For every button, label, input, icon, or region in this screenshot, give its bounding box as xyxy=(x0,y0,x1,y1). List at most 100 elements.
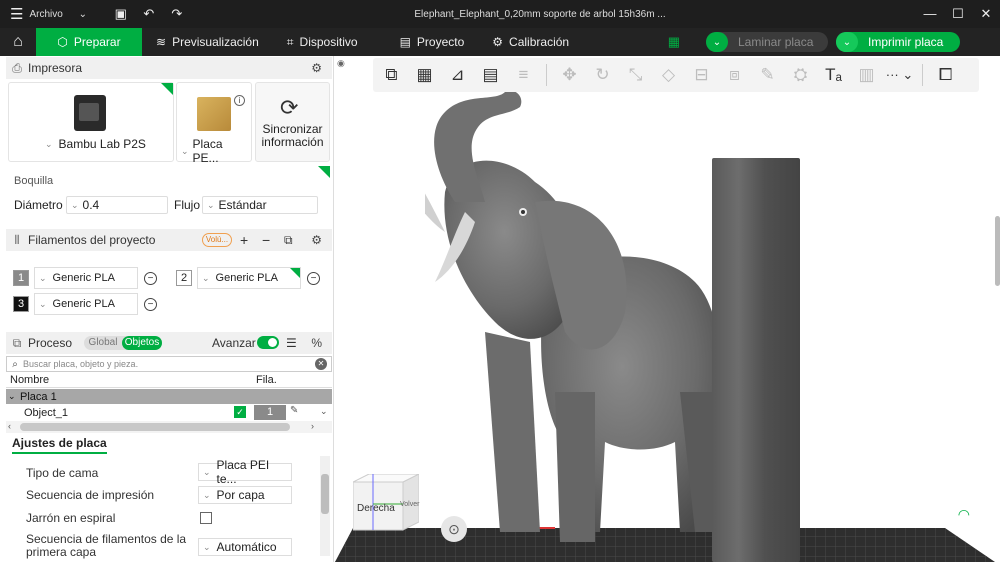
filament-select[interactable]: ⌄ Generic PLA xyxy=(34,293,138,315)
fit-view-button[interactable]: ⊙ xyxy=(441,516,467,542)
list-view-icon[interactable]: ☰ xyxy=(286,336,297,350)
plate-type-card[interactable]: i ⌄ Placa PE... xyxy=(176,82,252,165)
spiral-vase-checkbox[interactable] xyxy=(200,512,212,524)
cut-icon[interactable]: ⊟ xyxy=(685,60,718,90)
chevron-down-icon[interactable]: ⌄ xyxy=(73,9,93,20)
object-search-bar[interactable]: ⌕ Buscar placa, objeto y pieza. ✕ xyxy=(6,356,332,372)
advanced-toggle-switch[interactable] xyxy=(257,336,279,349)
auto-orient-icon[interactable]: ⊿ xyxy=(441,60,474,90)
slice-dropdown-icon[interactable]: ⌄ xyxy=(706,32,728,52)
chevron-down-icon[interactable]: ⌄ xyxy=(45,139,53,150)
printer-section-header[interactable]: ⎙ Impresora ⚙ xyxy=(6,57,332,79)
filaments-section-header[interactable]: ⦀ Filamentos del proyecto + − ⧉ ⚙ xyxy=(6,229,332,251)
printer-settings-gear-icon[interactable]: ⚙ xyxy=(311,61,322,75)
object-filament-number[interactable]: 1 xyxy=(254,405,286,420)
printer-card[interactable]: ⌄ Bambu Lab P2S xyxy=(8,82,174,162)
home-button[interactable]: ⌂ xyxy=(0,28,36,56)
minimize-icon[interactable]: — xyxy=(916,0,944,28)
chevron-down-icon[interactable]: ⌄ xyxy=(320,406,328,417)
table-row[interactable]: Object_1 ✓ 1 ✎ ⌄ xyxy=(6,405,332,420)
scroll-thumb[interactable] xyxy=(20,423,290,431)
printer-name-row: ⌄ Bambu Lab P2S xyxy=(45,137,146,151)
info-icon[interactable]: i xyxy=(234,95,245,106)
undo-icon[interactable]: ↶ xyxy=(135,6,163,22)
process-scope-toggle[interactable]: Global Objetos xyxy=(84,336,162,350)
rotate-icon[interactable]: ↻ xyxy=(586,60,619,90)
move-icon[interactable]: ✥ xyxy=(553,60,586,90)
text-tool-icon[interactable]: Tₐ xyxy=(817,60,850,90)
remove-filament-icon[interactable]: − xyxy=(307,272,320,285)
object-visible-checkbox[interactable]: ✓ xyxy=(234,406,246,418)
viewport-scrollbar[interactable] xyxy=(995,216,1000,286)
elephant-model[interactable] xyxy=(425,92,745,562)
plate-settings-scrollbar[interactable] xyxy=(320,456,330,556)
color-paint-icon[interactable]: ⛭ xyxy=(784,60,817,90)
flow-select[interactable]: ⌄ Estándar xyxy=(202,196,318,214)
bed-type-select[interactable]: ⌄ Placa PEI te... xyxy=(198,458,292,486)
tab-preview[interactable]: ≋ Previsualización xyxy=(142,28,273,56)
filament-color-swatch[interactable]: 2 xyxy=(176,270,192,286)
clear-search-icon[interactable]: ✕ xyxy=(315,358,327,370)
first-layer-sequence-label: Secuencia de filamentos de la primera ca… xyxy=(26,532,187,559)
diameter-select[interactable]: ⌄ 0.4 xyxy=(66,196,168,214)
seg-global[interactable]: Global xyxy=(84,336,122,350)
remove-filament-icon[interactable]: − xyxy=(262,232,270,248)
slice-plate-button[interactable]: ⌄ Laminar placa xyxy=(706,32,828,52)
arrange-icon[interactable]: ▤ xyxy=(474,60,507,90)
tab-calibration[interactable]: ⚙ Calibración xyxy=(478,28,583,56)
tab-project[interactable]: ▤ Proyecto xyxy=(386,28,479,56)
scale-icon[interactable]: ⤡ xyxy=(619,60,652,90)
remove-filament-icon[interactable]: − xyxy=(144,298,157,311)
more-tools-icon[interactable]: ··· ⌄ xyxy=(883,60,916,90)
add-object-icon[interactable]: ⧉ xyxy=(375,60,408,90)
lay-on-face-icon[interactable]: ◇ xyxy=(652,60,685,90)
search-input[interactable]: Buscar placa, objeto y pieza. xyxy=(23,359,138,369)
horizontal-scrollbar[interactable]: ‹ › xyxy=(6,421,332,433)
add-filament-icon[interactable]: + xyxy=(240,232,248,248)
volume-badge[interactable]: Volú... xyxy=(202,233,232,247)
scroll-right-icon[interactable]: › xyxy=(311,421,314,431)
maximize-icon[interactable]: ☐ xyxy=(944,0,972,28)
eye-icon[interactable]: ◉ xyxy=(337,58,345,69)
assemble-icon[interactable]: ⧠ xyxy=(929,60,962,90)
scroll-thumb[interactable] xyxy=(321,474,329,514)
scroll-left-icon[interactable]: ‹ xyxy=(8,421,11,431)
plate-grid-icon[interactable]: ▦ xyxy=(668,34,680,50)
print-dropdown-icon[interactable]: ⌄ xyxy=(836,32,858,52)
filament-sync-icon[interactable]: ⧉ xyxy=(284,233,293,248)
file-menu-button[interactable]: ☰ Archivo xyxy=(0,0,73,28)
split-icon[interactable]: ≡ xyxy=(507,60,540,90)
print-plate-button[interactable]: ⌄ Imprimir placa xyxy=(836,32,960,52)
process-section-header[interactable]: ⧉ Proceso Avanzar ☰ % xyxy=(6,332,332,354)
boolean-icon[interactable]: ⧈ xyxy=(718,60,751,90)
support-tower[interactable] xyxy=(712,158,800,562)
save-icon[interactable]: ▣ xyxy=(107,6,135,22)
measure-icon[interactable]: ▥ xyxy=(850,60,883,90)
remove-filament-icon[interactable]: − xyxy=(144,272,157,285)
chevron-down-icon[interactable]: ⌄ xyxy=(181,146,189,157)
sync-info-button[interactable]: ⟳ Sincronizar información xyxy=(255,82,330,162)
tab-prepare[interactable]: ⬡ Preparar xyxy=(36,28,142,56)
table-row[interactable]: ⌄ Placa 1 xyxy=(6,389,332,404)
print-sequence-select[interactable]: ⌄ Por capa xyxy=(198,486,292,504)
tab-device[interactable]: ⌗ Dispositivo xyxy=(273,28,372,56)
3d-viewport[interactable]: ◉ ⧉ ▦ ⊿ ▤ ≡ ✥ ↻ ⤡ ◇ ⊟ ⧈ ✎ ⛭ Tₐ ▥ ··· ⌄ ⧠ xyxy=(335,56,1000,562)
redo-icon[interactable]: ↷ xyxy=(163,6,191,22)
first-layer-sequence-select[interactable]: ⌄ Automático xyxy=(198,538,292,556)
collapse-chevron-icon[interactable]: ⌄ xyxy=(8,391,16,402)
filament-color-swatch[interactable]: 3 xyxy=(13,296,29,312)
chevron-down-icon: ⌄ xyxy=(203,466,211,477)
close-icon[interactable]: ✕ xyxy=(972,0,1000,28)
selected-corner-marker xyxy=(318,166,330,178)
paint-icon[interactable]: ✎ xyxy=(290,405,298,416)
filament-select[interactable]: ⌄ Generic PLA xyxy=(197,267,301,289)
add-plate-icon[interactable]: ▦ xyxy=(408,60,441,90)
gizmo-arc-icon: ◠ xyxy=(957,506,970,522)
support-paint-icon[interactable]: ✎ xyxy=(751,60,784,90)
seg-objects[interactable]: Objetos xyxy=(122,336,162,350)
filament-color-swatch[interactable]: 1 xyxy=(13,270,29,286)
percent-icon[interactable]: % xyxy=(311,336,322,350)
filament-select[interactable]: ⌄ Generic PLA xyxy=(34,267,138,289)
filament-settings-gear-icon[interactable]: ⚙ xyxy=(311,233,322,247)
plate-settings-tab[interactable]: Ajustes de placa xyxy=(12,436,107,454)
